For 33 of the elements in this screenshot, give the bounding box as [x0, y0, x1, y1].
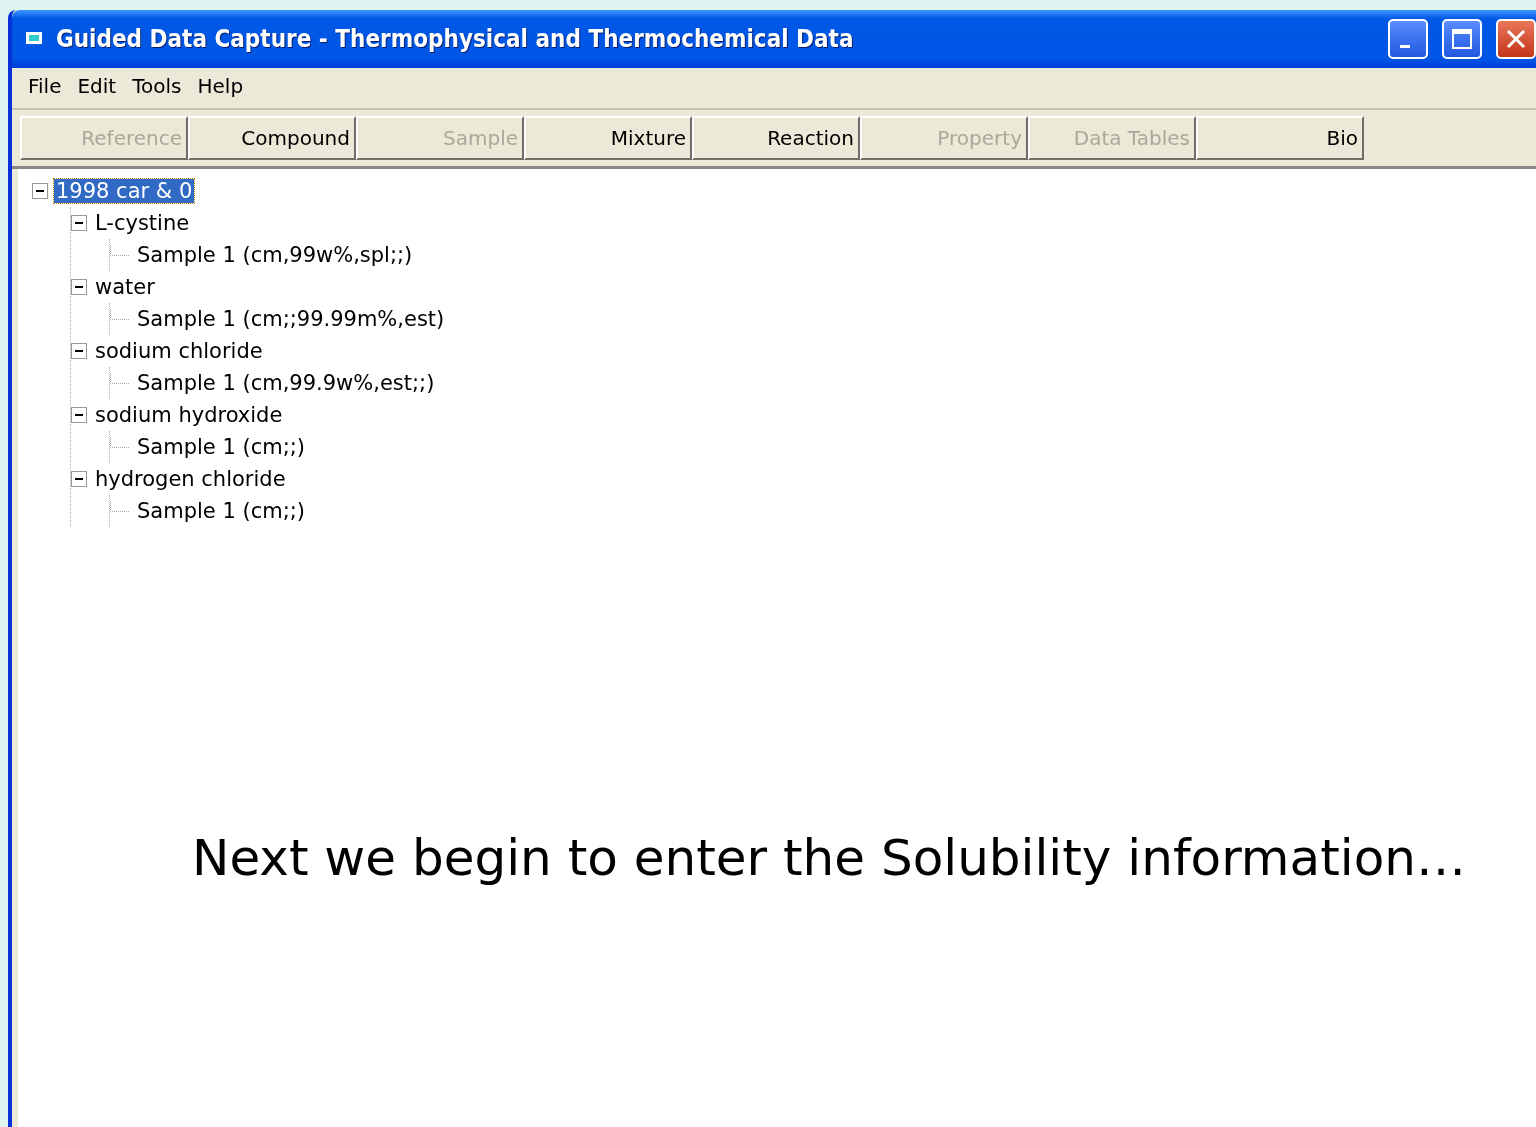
- window-title: Guided Data Capture - Thermophysical and Thermochemical Data: [56, 25, 855, 53]
- menu-item[interactable]: Tools: [126, 74, 188, 102]
- tree-item[interactable]: Sample 1 (cm,99w%,spl;;): [135, 243, 415, 267]
- tree-item[interactable]: Sample 1 (cm;;): [135, 499, 307, 523]
- collapse-icon[interactable]: [71, 407, 87, 423]
- close-icon: [1504, 27, 1528, 51]
- collapse-icon[interactable]: [71, 343, 87, 359]
- maximize-icon: [1450, 27, 1474, 51]
- tree-item[interactable]: Sample 1 (cm;;): [135, 435, 307, 459]
- minimize-button[interactable]: [1388, 19, 1428, 59]
- toolbar-button[interactable]: Reaction: [692, 116, 860, 160]
- toolbar-button[interactable]: Compound: [188, 116, 356, 160]
- tree-item[interactable]: sodium chloride: [93, 339, 265, 363]
- tree-item[interactable]: Sample 1 (cm;;99.99m%,est): [135, 307, 447, 331]
- minimize-icon: [1400, 44, 1410, 48]
- tree-item[interactable]: water: [93, 275, 157, 299]
- menu-item[interactable]: File: [22, 74, 68, 102]
- tree-item[interactable]: hydrogen chloride: [93, 467, 288, 491]
- close-button[interactable]: [1496, 19, 1536, 59]
- tree-item[interactable]: sodium hydroxide: [93, 403, 285, 427]
- collapse-icon[interactable]: [71, 279, 87, 295]
- toolbar-button[interactable]: Mixture: [524, 116, 692, 160]
- collapse-icon[interactable]: [71, 471, 87, 487]
- menu-item[interactable]: Edit: [71, 74, 123, 102]
- collapse-icon[interactable]: [71, 215, 87, 231]
- tree-item[interactable]: Sample 1 (cm,99.9w%,est;;): [135, 371, 437, 395]
- menu-item[interactable]: Help: [191, 74, 250, 102]
- collapse-icon[interactable]: [32, 183, 48, 199]
- toolbar-button[interactable]: Bio: [1196, 116, 1364, 160]
- tree-item[interactable]: 1998 car & 0: [54, 179, 195, 203]
- tree-item[interactable]: L-cystine: [93, 211, 192, 235]
- maximize-button[interactable]: [1442, 19, 1482, 59]
- caption-text: Next we begin to enter the Solubility information…: [192, 829, 1466, 887]
